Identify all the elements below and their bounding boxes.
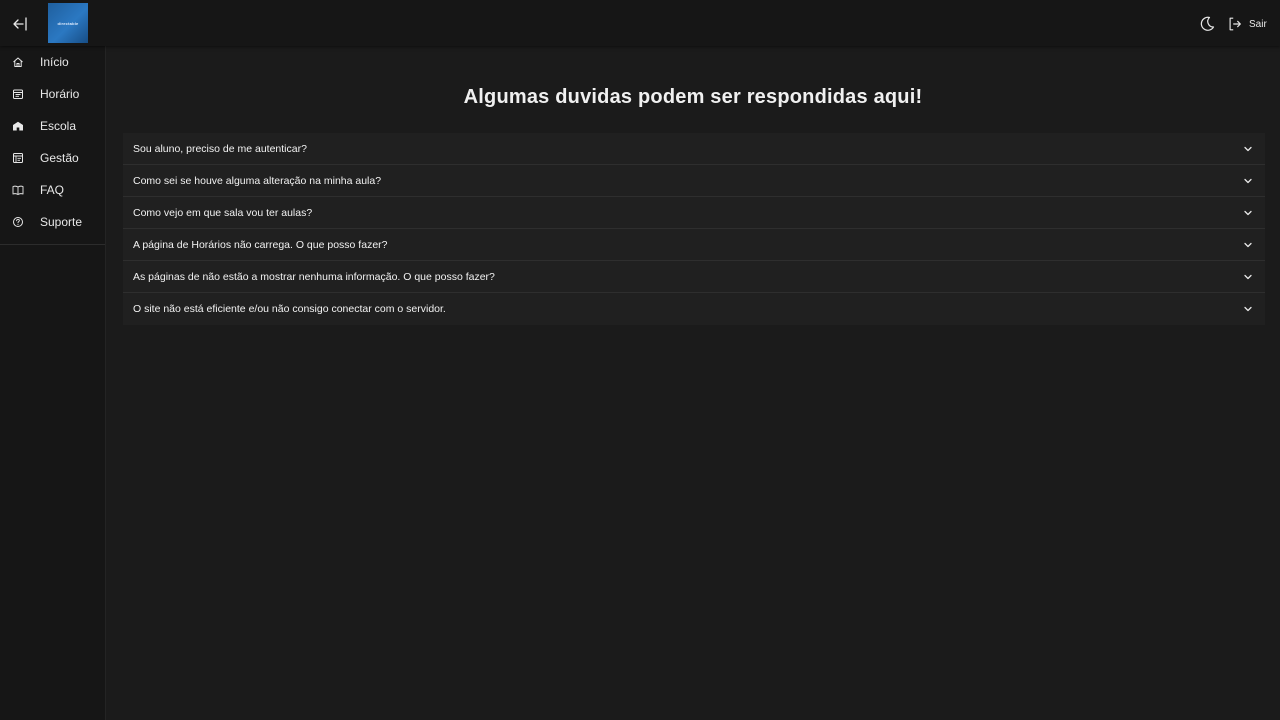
main-content: Algumas duvidas podem ser respondidas aq… [106,46,1280,720]
sidebar: Início Horário Escola Gestão FAQ Suporte [0,46,106,720]
school-icon [13,121,23,131]
sidebar-item-label: Início [40,55,69,69]
faq-item[interactable]: As páginas de não estão a mostrar nenhum… [123,261,1265,293]
chevron-down-icon [1244,146,1252,151]
help-icon [13,217,23,227]
theme-toggle-button[interactable] [1198,15,1216,33]
logo-text: directable [57,20,79,26]
faq-item[interactable]: A página de Horários não carrega. O que … [123,229,1265,261]
faq-item[interactable]: O site não está eficiente e/ou não consi… [123,293,1265,325]
page-title: Algumas duvidas podem ser respondidas aq… [463,86,923,108]
sidebar-item-label: FAQ [40,183,65,197]
faq-question: Como vejo em que sala vou ter aulas? [133,206,313,219]
app-logo[interactable]: directable [48,3,88,43]
sidebar-item-label: Gestão [40,151,79,165]
logout-icon [1229,17,1241,31]
sidebar-menu: Início Horário Escola Gestão FAQ Suporte [0,46,105,245]
faq-question: Sou aluno, preciso de me autenticar? [133,142,307,155]
chevron-down-icon [1244,306,1252,312]
chevron-down-icon [1244,210,1252,215]
sidebar-item-label: Suporte [40,215,83,229]
chevron-down-icon [1244,274,1252,279]
faq-list: Sou aluno, preciso de me autenticar? Com… [123,133,1265,325]
sidebar-item-faq[interactable]: FAQ [0,174,105,206]
moon-icon [1200,16,1215,31]
chevron-down-icon [1244,178,1252,183]
sidebar-collapse-button[interactable] [10,14,30,34]
sidebar-item-gestao[interactable]: Gestão [0,142,105,174]
home-icon [13,57,23,67]
sidebar-item-suporte[interactable]: Suporte [0,206,105,238]
logout-button[interactable]: Sair [1227,14,1267,34]
sidebar-item-horario[interactable]: Horário [0,78,105,110]
logout-label: Sair [1249,18,1267,30]
faq-item[interactable]: Como vejo em que sala vou ter aulas? [123,197,1265,229]
management-icon [13,153,23,163]
chevron-down-icon [1244,242,1252,247]
book-icon [12,185,24,195]
calendar-icon [13,89,23,99]
faq-item[interactable]: Sou aluno, preciso de me autenticar? [123,133,1265,165]
arrow-left-bar-icon [13,17,27,31]
top-bar: directable Sair [0,0,1280,46]
faq-question: As páginas de não estão a mostrar nenhum… [133,270,495,283]
faq-question: O site não está eficiente e/ou não consi… [133,303,446,315]
sidebar-item-label: Escola [40,119,77,133]
faq-item[interactable]: Como sei se houve alguma alteração na mi… [123,165,1265,197]
sidebar-item-label: Horário [40,87,80,101]
faq-question: A página de Horários não carrega. O que … [133,238,388,251]
sidebar-item-escola[interactable]: Escola [0,110,105,142]
faq-question: Como sei se houve alguma alteração na mi… [133,174,382,187]
sidebar-item-inicio[interactable]: Início [0,46,105,78]
